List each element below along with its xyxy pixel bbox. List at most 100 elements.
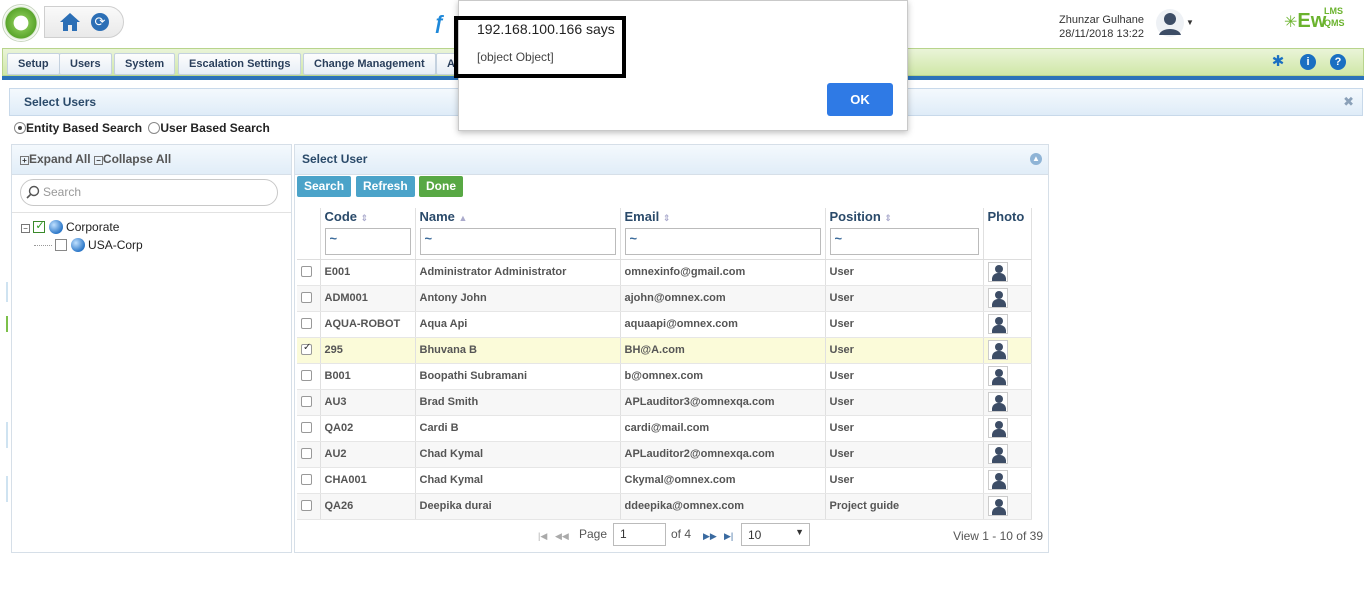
- divider: [12, 212, 291, 213]
- column-header-position[interactable]: Position ⇕: [825, 208, 984, 225]
- expand-icon[interactable]: +: [20, 156, 29, 165]
- row-checkbox[interactable]: [301, 396, 312, 407]
- tree-node-label[interactable]: USA-Corp: [88, 238, 143, 252]
- cell-code: AU2: [320, 441, 416, 468]
- code-filter-input[interactable]: ~: [324, 228, 411, 256]
- side-marker: [6, 422, 8, 448]
- user-photo-icon[interactable]: [987, 470, 1008, 490]
- entity-search-radio[interactable]: [14, 122, 26, 134]
- user-photo-icon[interactable]: [987, 366, 1008, 386]
- user-photo-icon[interactable]: [987, 314, 1008, 334]
- column-header-name[interactable]: Name ▲: [415, 208, 621, 225]
- user-photo-icon[interactable]: [987, 262, 1008, 282]
- position-filter-input[interactable]: ~: [829, 228, 979, 256]
- last-page-icon[interactable]: ▶|: [724, 531, 733, 542]
- login-date: 28/11/2018 13:22: [1059, 28, 1144, 40]
- collapse-all-link[interactable]: Collapse All: [103, 152, 171, 166]
- user-photo-icon[interactable]: [987, 418, 1008, 438]
- nav-change-management[interactable]: Change Management: [303, 53, 436, 75]
- user-photo-icon[interactable]: [987, 496, 1008, 516]
- page-size-select[interactable]: 10 ▼: [741, 523, 810, 546]
- cell-name: Aqua Api: [415, 311, 621, 338]
- globe-icon: [70, 238, 85, 252]
- row-checkbox[interactable]: [301, 474, 312, 485]
- info-icon[interactable]: i: [1300, 54, 1316, 70]
- row-checkbox[interactable]: [301, 292, 312, 303]
- cell-position: User: [825, 337, 984, 364]
- side-marker: [6, 282, 8, 302]
- entity-search-label[interactable]: Entity Based Search: [26, 121, 142, 135]
- column-header-email[interactable]: Email ⇕: [620, 208, 826, 225]
- user-search-radio[interactable]: [148, 122, 161, 134]
- first-page-icon[interactable]: |◀: [538, 531, 547, 542]
- email-filter-input[interactable]: ~: [624, 228, 821, 256]
- column-header-code[interactable]: Code ⇕: [320, 208, 416, 225]
- refresh-icon[interactable]: ⟳: [91, 13, 109, 31]
- refresh-button[interactable]: Refresh: [356, 176, 415, 197]
- next-page-icon[interactable]: ▶▶: [703, 531, 717, 542]
- chevron-down-icon: ▼: [795, 527, 804, 537]
- table-row[interactable]: ADM001 Antony John ajohn@omnex.com User: [297, 285, 1032, 312]
- nav-users[interactable]: Users: [59, 53, 112, 75]
- table-row[interactable]: AU2 Chad Kymal APLauditor2@omnexqa.com User: [297, 441, 1032, 468]
- tree-node-usa-corp[interactable]: USA-Corp: [34, 238, 143, 252]
- tree-node-label[interactable]: Corporate: [66, 220, 119, 234]
- nav-setup[interactable]: Setup: [7, 53, 60, 75]
- brand-logo: ✳Ew LMS QMS: [1284, 6, 1345, 32]
- done-button[interactable]: Done: [419, 176, 463, 197]
- expand-all-link[interactable]: Expand All: [29, 152, 91, 166]
- table-row[interactable]: AU3 Brad Smith APLauditor3@omnexqa.com User: [297, 389, 1032, 416]
- collapse-icon[interactable]: −: [93, 156, 103, 165]
- help-icon[interactable]: ?: [1330, 54, 1346, 70]
- close-icon[interactable]: ✖: [1343, 94, 1354, 110]
- cell-position: User: [825, 415, 984, 442]
- search-mode-options: Entity Based Search User Based Search: [14, 121, 270, 135]
- cell-email: Ckymal@omnex.com: [620, 467, 826, 494]
- user-photo-icon[interactable]: [987, 340, 1008, 360]
- node-checkbox[interactable]: [55, 239, 68, 251]
- grid-title: Select User: [302, 152, 368, 166]
- nav-escalation-settings[interactable]: Escalation Settings: [178, 53, 302, 75]
- row-checkbox[interactable]: [301, 448, 312, 459]
- row-checkbox[interactable]: [301, 266, 312, 277]
- prev-page-icon[interactable]: ◀◀: [555, 531, 569, 542]
- collapse-panel-icon[interactable]: ▲: [1030, 153, 1042, 165]
- row-checkbox-cell: [297, 493, 321, 520]
- user-photo-icon[interactable]: [987, 392, 1008, 412]
- table-row[interactable]: QA02 Cardi Bcardi@mail.com User: [297, 415, 1032, 442]
- row-checkbox[interactable]: [301, 318, 312, 329]
- table-row[interactable]: AQUA-ROBOT Aqua Api aquaapi@omnex.com User: [297, 311, 1032, 338]
- chevron-down-icon[interactable]: ▼: [1186, 18, 1194, 27]
- row-checkbox[interactable]: [301, 422, 312, 433]
- nav-system[interactable]: System: [114, 53, 176, 75]
- row-checkbox[interactable]: [301, 370, 312, 381]
- node-checkbox[interactable]: [33, 219, 46, 233]
- user-search-label[interactable]: User Based Search: [160, 121, 269, 135]
- app-menu-icon[interactable]: [2, 4, 40, 42]
- cell-position: User: [825, 467, 984, 494]
- name-filter-input[interactable]: ~: [419, 228, 616, 256]
- table-row[interactable]: QA26 Deepika durai ddeepika@omnex.com Proje…: [297, 493, 1032, 520]
- page-number-input[interactable]: 1: [613, 523, 666, 546]
- table-row[interactable]: E001 Administrator Administrator omnexinfo…: [297, 259, 1032, 286]
- cell-email: APLauditor2@omnexqa.com: [620, 441, 826, 468]
- user-photo-icon[interactable]: [987, 444, 1008, 464]
- row-checkbox[interactable]: [301, 500, 312, 511]
- cell-email: BH@A.com: [620, 337, 826, 364]
- table-row[interactable]: B001 Boopathi Subramani b@omnex.com User: [297, 363, 1032, 390]
- ok-button[interactable]: OK: [827, 83, 893, 116]
- row-checkbox[interactable]: [301, 342, 312, 355]
- tree-search-input[interactable]: Search: [20, 179, 278, 206]
- search-button[interactable]: Search: [297, 176, 352, 197]
- entity-tree-panel: +Expand All −Collapse All Search − Corpo…: [11, 144, 292, 553]
- pin-icon[interactable]: ✱: [1270, 54, 1286, 70]
- collapse-node-icon[interactable]: −: [21, 224, 30, 233]
- table-row[interactable]: 295Bhuvana BBH@A.comUser: [297, 337, 1032, 364]
- tree-node-corporate[interactable]: − Corporate: [21, 219, 119, 234]
- table-row[interactable]: CHA001 Chad Kymal Ckymal@omnex.com User: [297, 467, 1032, 494]
- sort-icon: ⇕: [662, 213, 671, 223]
- cell-name: Deepika durai: [415, 493, 621, 520]
- user-photo-icon[interactable]: [987, 288, 1008, 308]
- user-avatar-icon[interactable]: [1155, 8, 1185, 38]
- home-icon[interactable]: [59, 12, 81, 32]
